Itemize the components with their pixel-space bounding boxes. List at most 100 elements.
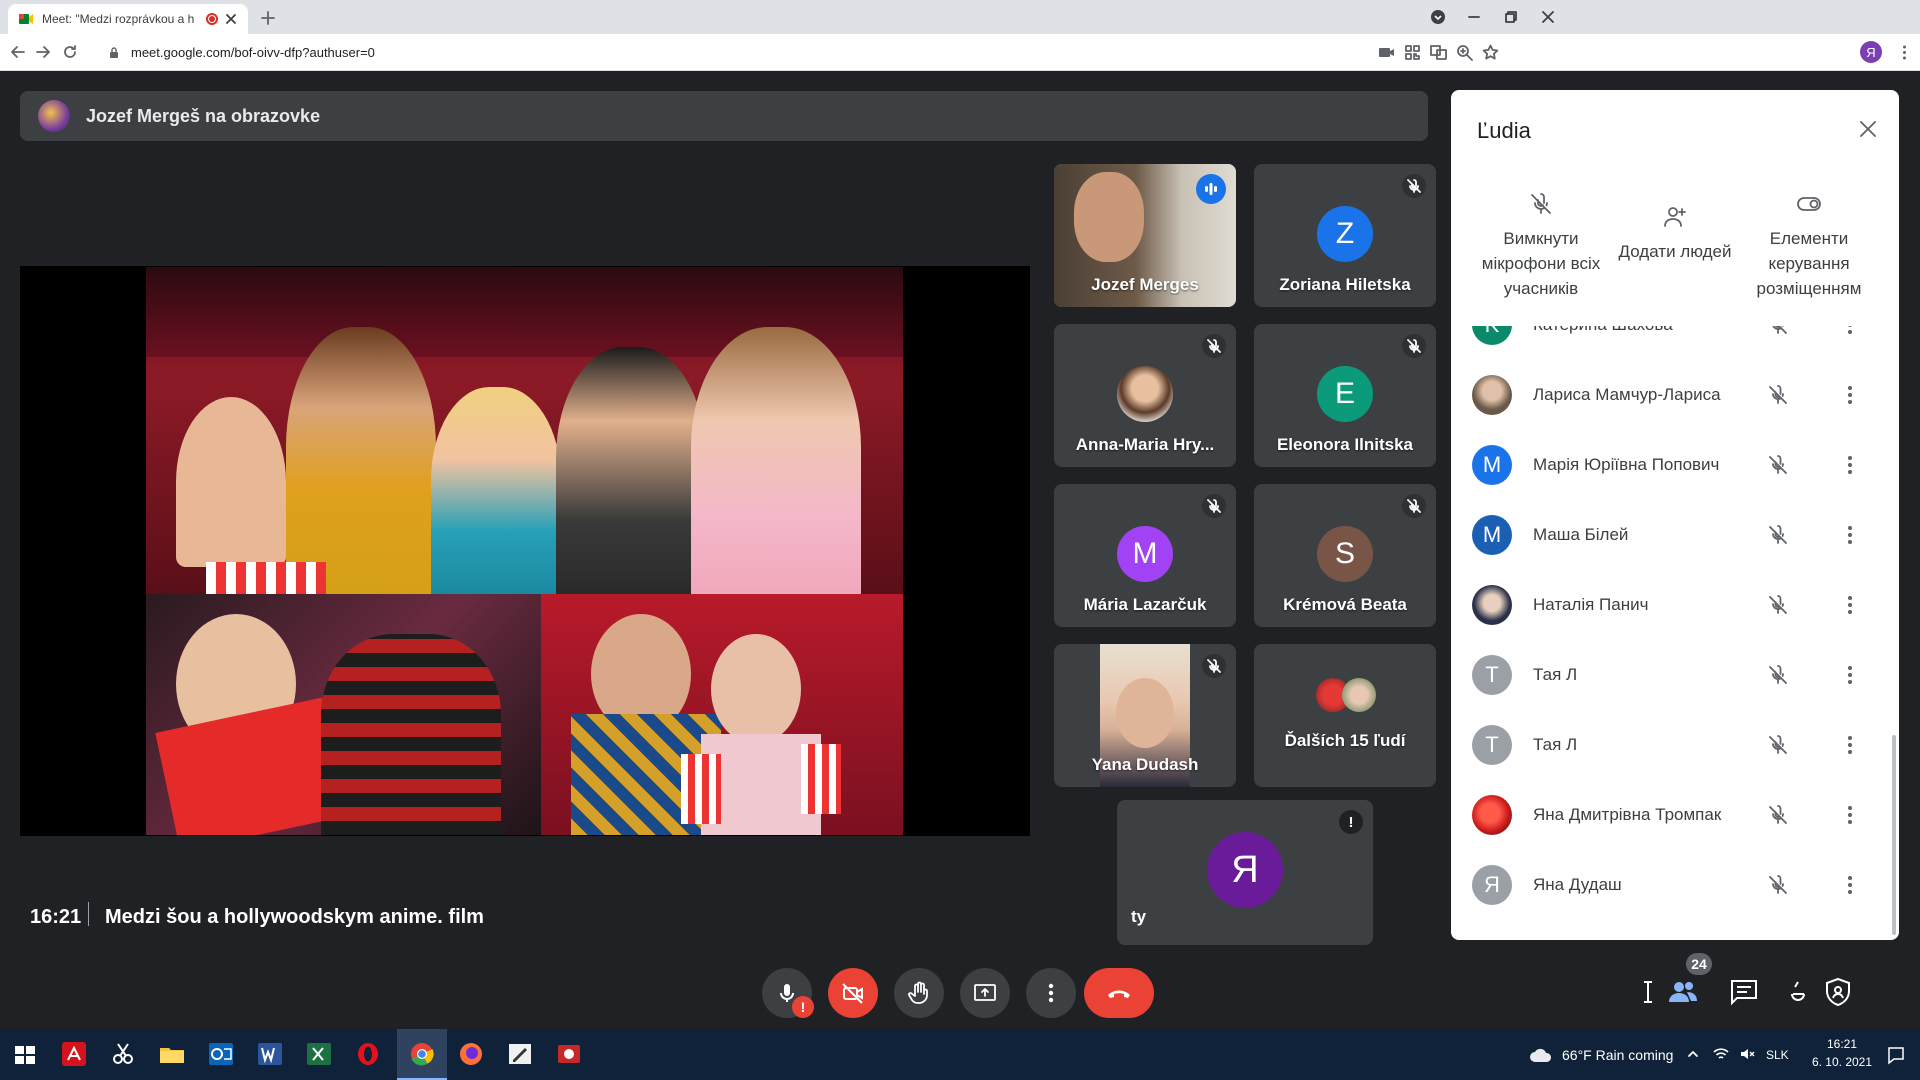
list-item[interactable]: Я Яна Дудаш [1451, 850, 1899, 920]
list-item[interactable]: Наталія Панич [1451, 570, 1899, 640]
mic-off-icon[interactable] [1766, 593, 1790, 617]
mic-off-icon[interactable] [1766, 733, 1790, 757]
close-tab-icon[interactable] [224, 12, 238, 26]
mic-off-icon[interactable] [1766, 663, 1790, 687]
panel-scrollbar[interactable] [1892, 735, 1896, 935]
weather-widget[interactable]: 66°F Rain coming [1528, 1029, 1673, 1080]
more-vert-icon[interactable] [1838, 383, 1862, 407]
participant-tile-zoriana[interactable]: Z Zoriana Hiletska [1254, 164, 1436, 307]
camera-indicator-icon[interactable] [1378, 44, 1395, 61]
list-item[interactable]: M Марія Юріївна Попович [1451, 430, 1899, 500]
restore-icon[interactable] [1500, 6, 1522, 28]
volume-muted-icon[interactable] [1738, 1045, 1756, 1063]
participant-tile-maria[interactable]: M Mária Lazarčuk [1054, 484, 1236, 627]
list-item[interactable]: T Тая Л [1451, 710, 1899, 780]
list-item[interactable]: Лариса Мамчур-Лариса [1451, 360, 1899, 430]
raise-hand-button[interactable] [894, 968, 944, 1018]
outlook-icon[interactable] [206, 1039, 236, 1069]
person-name: Яна Дудаш [1533, 875, 1622, 894]
mic-off-icon[interactable] [1766, 873, 1790, 897]
mute-all-button[interactable]: Вимкнути мікрофони всіх учасників [1466, 190, 1616, 301]
star-icon[interactable] [1482, 44, 1499, 61]
minimize-icon[interactable] [1463, 6, 1485, 28]
snipping-tool-icon[interactable] [108, 1039, 138, 1069]
close-window-icon[interactable] [1537, 6, 1559, 28]
drawing-app-icon[interactable] [505, 1039, 535, 1069]
acrobat-icon[interactable] [59, 1039, 89, 1069]
more-vert-icon[interactable] [1838, 326, 1862, 337]
lock-icon [110, 46, 118, 58]
wifi-icon[interactable] [1712, 1045, 1730, 1063]
list-item[interactable]: T Тая Л [1451, 640, 1899, 710]
participant-tile-jozef[interactable]: Jozef Merges [1054, 164, 1236, 307]
translate-icon[interactable] [1430, 44, 1447, 61]
profile-avatar[interactable]: Я [1860, 41, 1882, 63]
self-tile[interactable]: ! Я ty [1117, 800, 1373, 945]
input-language[interactable]: SLK [1766, 1029, 1789, 1080]
presenter-banner: Jozef Mergeš na obrazovke [20, 91, 1428, 141]
more-vert-icon[interactable] [1838, 873, 1862, 897]
browser-tab[interactable]: Meet: "Medzi rozprávkou a h [8, 4, 248, 34]
people-icon[interactable] [1667, 976, 1699, 1008]
zoom-icon[interactable] [1456, 44, 1473, 61]
new-tab-icon[interactable] [258, 8, 278, 28]
more-vert-icon[interactable] [1838, 523, 1862, 547]
address-bar[interactable]: meet.google.com/bof-oivv-dfp?authuser=0 [107, 38, 1897, 67]
system-time: 16:21 [1826, 1037, 1858, 1051]
participant-tile-eleonora[interactable]: E Eleonora Ilnitska [1254, 324, 1436, 467]
more-vert-icon[interactable] [1838, 803, 1862, 827]
windows-start-icon[interactable] [10, 1039, 40, 1069]
word-icon[interactable] [255, 1039, 285, 1069]
notifications-icon[interactable] [1886, 1045, 1906, 1065]
close-panel-icon[interactable] [1855, 116, 1881, 142]
reload-icon[interactable] [60, 42, 80, 62]
list-item[interactable]: M Маша Білей [1451, 500, 1899, 570]
participant-tile-more[interactable]: Ďalších 15 ľudí [1254, 644, 1436, 787]
tile-name: Eleonora Ilnitska [1276, 435, 1414, 454]
host-controls-icon[interactable] [1822, 976, 1854, 1008]
more-vert-icon[interactable] [1838, 453, 1862, 477]
media-app-icon[interactable] [554, 1039, 584, 1069]
activities-icon[interactable] [1782, 976, 1814, 1008]
recording-icon [206, 13, 218, 25]
excel-icon[interactable] [304, 1039, 334, 1069]
weather-text: 66°F Rain coming [1562, 1046, 1674, 1063]
leave-call-button[interactable] [1084, 968, 1154, 1018]
forward-icon[interactable] [33, 42, 53, 62]
file-explorer-icon[interactable] [157, 1039, 187, 1069]
panel-title: Ľudia [1477, 118, 1531, 143]
qr-code-icon[interactable] [1404, 44, 1421, 61]
mic-off-icon[interactable] [1766, 383, 1790, 407]
present-screen-button[interactable] [960, 968, 1010, 1018]
mic-off-icon[interactable] [1766, 453, 1790, 477]
chrome-icon[interactable] [407, 1039, 437, 1069]
tile-avatar-initial: E [1317, 366, 1373, 422]
more-options-button[interactable] [1026, 968, 1076, 1018]
more-vert-icon[interactable] [1838, 733, 1862, 757]
add-people-button[interactable]: Додати людей [1600, 203, 1750, 264]
list-item[interactable]: Яна Дмитрівна Тромпак [1451, 780, 1899, 850]
camera-button[interactable] [828, 968, 878, 1018]
back-icon[interactable] [8, 42, 28, 62]
opera-icon[interactable] [353, 1039, 383, 1069]
chevron-up-icon[interactable] [1686, 1047, 1700, 1061]
mic-off-icon[interactable] [1766, 326, 1790, 337]
host-controls-button[interactable]: Елементи керування розміщенням [1734, 190, 1884, 301]
menu-icon[interactable] [1896, 44, 1913, 61]
tab-search-icon[interactable] [1427, 6, 1449, 28]
chat-icon[interactable] [1728, 976, 1760, 1008]
microphone-button[interactable]: ! [762, 968, 814, 1018]
participant-tile-kremova[interactable]: S Krémová Beata [1254, 484, 1436, 627]
system-clock[interactable]: 16:21 6. 10. 2021 [1810, 1035, 1874, 1071]
more-vert-icon[interactable] [1838, 593, 1862, 617]
mic-off-icon[interactable] [1766, 523, 1790, 547]
shared-screen-image [146, 267, 903, 835]
participant-tile-anna-maria[interactable]: Anna-Maria Hry... [1054, 324, 1236, 467]
participants-count-badge: 24 [1686, 953, 1712, 975]
mic-off-icon[interactable] [1766, 803, 1790, 827]
participant-tile-yana[interactable]: Yana Dudash [1054, 644, 1236, 787]
person-name: Тая Л [1533, 735, 1578, 754]
firefox-icon[interactable] [456, 1039, 486, 1069]
list-item[interactable]: K Катерина Шахова [1451, 326, 1899, 360]
more-vert-icon[interactable] [1838, 663, 1862, 687]
